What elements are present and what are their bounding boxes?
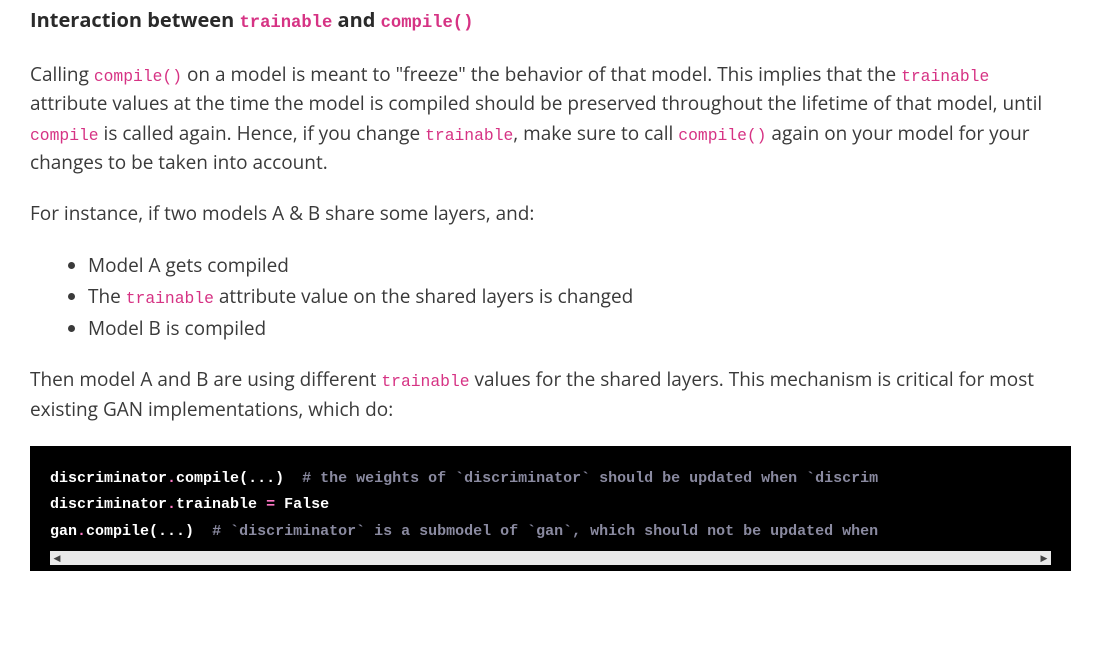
heading-text: Interaction between [30,6,239,33]
para-text: Then model A and B are using different [30,366,381,392]
code-trainable: trainable [381,372,469,391]
list-item: Model B is compiled [88,314,1071,343]
code-token: . [167,496,176,513]
list-text: The [88,283,126,309]
code-token: discriminator [50,496,167,513]
code-comment: # `discriminator` is a submodel of `gan`… [212,523,878,540]
para-text: , make sure to call [513,120,678,146]
code-comment: # the weights of `discriminator` should … [302,470,878,487]
section-heading: Interaction between trainable and compil… [30,4,1071,38]
paragraph: Then model A and B are using different t… [30,365,1071,424]
paragraph: For instance, if two models A & B share … [30,199,1071,228]
list-text: attribute value on the shared layers is … [214,283,633,309]
code-compile: compile() [94,67,182,86]
code-content: discriminator.compile(...) # the weights… [50,466,1051,545]
heading-text: and [332,6,380,33]
code-trainable: trainable [126,289,214,308]
doc-section: Interaction between trainable and compil… [30,0,1071,571]
code-token: (...) [149,523,194,540]
code-compile: compile() [381,14,474,33]
list-item: The trainable attribute value on the sha… [88,282,1071,311]
list-item: Model A gets compiled [88,251,1071,280]
code-token: trainable [176,496,257,513]
para-text: on a model is meant to "freeze" the beha… [182,61,901,87]
scroll-right-icon[interactable]: ▶ [1037,551,1051,565]
code-block: discriminator.compile(...) # the weights… [30,446,1071,571]
code-token: . [167,470,176,487]
code-trainable: trainable [901,67,989,86]
code-token [284,470,302,487]
code-trainable: trainable [239,14,332,33]
code-compile: compile() [678,126,766,145]
code-token: False [284,496,329,513]
code-token: (...) [239,470,284,487]
code-token [257,496,266,513]
paragraph: Calling compile() on a model is meant to… [30,60,1071,178]
code-token: = [266,496,275,513]
code-token: . [77,523,86,540]
code-token [275,496,284,513]
code-compile: compile [30,126,99,145]
code-token: gan [50,523,77,540]
code-token [194,523,212,540]
bullet-list: Model A gets compiled The trainable attr… [30,251,1071,343]
code-trainable: trainable [425,126,513,145]
code-token: compile [86,523,149,540]
para-text: attribute values at the time the model i… [30,90,1042,116]
horizontal-scrollbar[interactable]: ◀ ▶ [50,551,1051,565]
code-token: compile [176,470,239,487]
code-token: discriminator [50,470,167,487]
scroll-left-icon[interactable]: ◀ [50,551,64,565]
para-text: Calling [30,61,94,87]
scrollbar-track[interactable] [64,551,1037,565]
para-text: is called again. Hence, if you change [99,120,426,146]
